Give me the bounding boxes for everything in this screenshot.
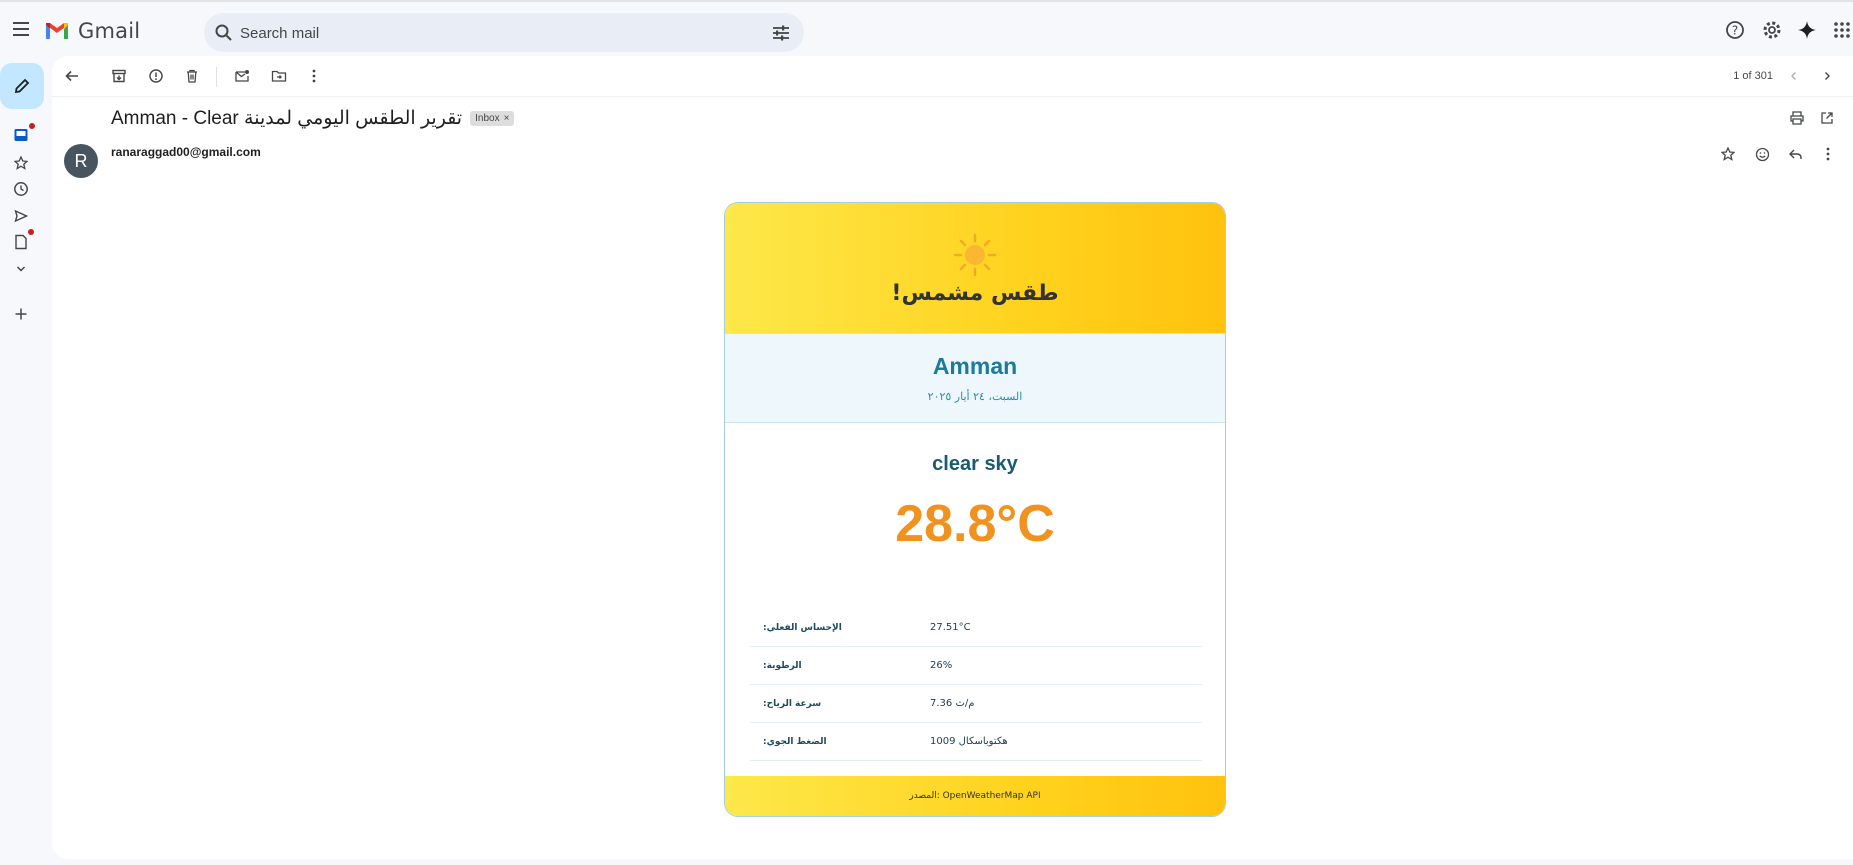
message-panel: 1 of 301 Amman - Clear تقرير الطقس اليوم… bbox=[52, 56, 1853, 859]
stat-label: :الضغط الجوي bbox=[763, 736, 827, 747]
add-reaction-emoji-icon[interactable] bbox=[1752, 144, 1772, 164]
drafts-icon[interactable] bbox=[11, 229, 34, 252]
weather-description: clear sky bbox=[932, 453, 1018, 475]
sender-email[interactable]: ranaraggad00@gmail.com bbox=[111, 145, 261, 159]
stat-label: :الإحساس الفعلي bbox=[763, 622, 842, 633]
search-icon[interactable] bbox=[214, 23, 234, 43]
search-input[interactable] bbox=[240, 21, 740, 45]
pagination-count: 1 of 301 bbox=[1733, 70, 1773, 82]
archive-icon[interactable] bbox=[109, 66, 129, 86]
stat-value: 1009 هكتوباسكال bbox=[930, 736, 1008, 747]
toolbar-divider bbox=[216, 67, 217, 87]
star-message-icon[interactable] bbox=[1718, 144, 1738, 164]
inbox-unread-dot bbox=[29, 123, 35, 129]
email-subject: Amman - Clear تقرير الطقس اليومي لمدينة bbox=[111, 107, 463, 129]
older-chevron-right-icon[interactable] bbox=[1817, 66, 1837, 86]
search-bar[interactable] bbox=[204, 13, 804, 52]
city-name: Amman bbox=[932, 353, 1018, 379]
apps-grid-icon[interactable] bbox=[1830, 18, 1853, 42]
weather-card-title: !طقس مشمس bbox=[891, 280, 1059, 306]
label-name: Inbox bbox=[475, 112, 500, 124]
print-icon[interactable] bbox=[1787, 108, 1807, 128]
stat-value: 7.36 م/ث bbox=[930, 698, 975, 709]
inbox-icon[interactable] bbox=[11, 123, 35, 145]
compose-button[interactable] bbox=[0, 63, 44, 109]
weather-card-header: !طقس مشمس bbox=[725, 203, 1225, 333]
stat-row-feels-like: :الإحساس الفعلي 27.51°C bbox=[750, 609, 1202, 647]
add-label-plus-icon[interactable] bbox=[11, 304, 31, 324]
report-spam-icon[interactable] bbox=[146, 66, 166, 86]
mark-unread-icon[interactable] bbox=[232, 66, 252, 86]
remove-label-close-icon[interactable]: × bbox=[504, 113, 510, 124]
weather-card-footer: المصدر: OpenWeatherMap API bbox=[725, 776, 1225, 816]
pencil-icon bbox=[14, 78, 30, 94]
drafts-dot bbox=[28, 229, 34, 235]
city-section: Amman السبت، ٢٤ أيار ٢٠٢٥ bbox=[725, 333, 1225, 423]
stat-value: 27.51°C bbox=[930, 622, 971, 633]
gemini-sparkle-icon[interactable] bbox=[1795, 18, 1819, 42]
newer-chevron-left-icon[interactable] bbox=[1784, 66, 1804, 86]
app-name: Gmail bbox=[78, 19, 141, 43]
snoozed-clock-icon[interactable] bbox=[11, 179, 31, 199]
star-icon[interactable] bbox=[11, 153, 31, 173]
more-options-icon[interactable] bbox=[304, 66, 324, 86]
sun-icon bbox=[953, 233, 997, 276]
settings-gear-icon[interactable] bbox=[1760, 18, 1784, 42]
back-arrow-icon[interactable] bbox=[62, 66, 82, 86]
stat-value: 26% bbox=[930, 660, 953, 671]
delete-trash-icon[interactable] bbox=[182, 66, 202, 86]
sent-icon[interactable] bbox=[11, 206, 31, 226]
sender-avatar[interactable]: R bbox=[64, 144, 98, 178]
stat-label: :سرعة الرياح bbox=[763, 698, 822, 709]
search-options-icon[interactable] bbox=[770, 22, 792, 44]
weather-stats-table: :الإحساس الفعلي 27.51°C :الرطوبة 26% :سر… bbox=[750, 609, 1202, 761]
weather-report-card: !طقس مشمس Amman السبت، ٢٤ أيار ٢٠٢٥ clea… bbox=[724, 202, 1226, 817]
open-in-new-window-icon[interactable] bbox=[1817, 108, 1837, 128]
report-date: السبت، ٢٤ أيار ٢٠٢٥ bbox=[927, 390, 1023, 403]
inbox-label-chip[interactable]: Inbox × bbox=[470, 110, 515, 126]
message-more-options-icon[interactable] bbox=[1818, 144, 1838, 164]
stat-label: :الرطوبة bbox=[763, 660, 802, 671]
reply-arrow-icon[interactable] bbox=[1785, 144, 1805, 164]
temperature: 28.8°C bbox=[895, 495, 1055, 553]
stat-row-humidity: :الرطوبة 26% bbox=[750, 647, 1202, 685]
message-toolbar: 1 of 301 bbox=[52, 56, 1853, 97]
subject-row: Amman - Clear تقرير الطقس اليومي لمدينة … bbox=[111, 104, 515, 132]
stat-row-pressure: :الضغط الجوي 1009 هكتوباسكال bbox=[750, 723, 1202, 761]
main-menu-button[interactable] bbox=[8, 16, 34, 42]
top-bar: Gmail ? bbox=[0, 0, 1853, 56]
gmail-m-icon bbox=[46, 23, 68, 39]
move-to-folder-icon[interactable] bbox=[269, 66, 289, 86]
help-icon[interactable]: ? bbox=[1723, 18, 1747, 42]
more-chevron-down-icon[interactable] bbox=[11, 259, 31, 279]
stat-row-wind-speed: :سرعة الرياح 7.36 م/ث bbox=[750, 685, 1202, 723]
svg-text:?: ? bbox=[1732, 24, 1738, 38]
gmail-logo[interactable]: Gmail bbox=[44, 19, 140, 43]
